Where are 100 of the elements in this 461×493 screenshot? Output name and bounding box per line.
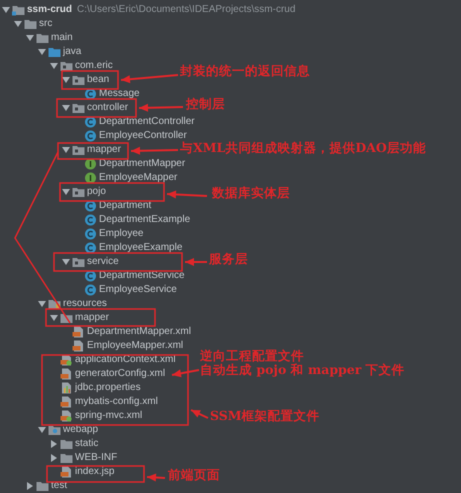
annotation-label: 服务层: [209, 252, 248, 266]
tree-item[interactable]: test: [51, 479, 68, 493]
tree-item[interactable]: mybatis-config.xml: [75, 395, 158, 409]
tree-item[interactable]: EmployeeMapper.xml: [87, 339, 184, 353]
folder-icon: [36, 480, 49, 492]
class-icon: [84, 228, 97, 240]
class-icon: [84, 242, 97, 254]
tree-item[interactable]: Message: [99, 87, 140, 101]
expand-caret-icon[interactable]: [50, 440, 58, 448]
module-folder-icon: [12, 4, 25, 16]
xml-file-icon: [60, 396, 73, 408]
xml-file-icon: [60, 368, 73, 380]
annotation-label: 控制层: [186, 97, 225, 111]
annotation-label: SSM框架配置文件: [210, 409, 320, 423]
spring-xml-file-icon: [60, 410, 73, 422]
package-folder-icon: [72, 74, 85, 86]
annotation-label: 自动生成 pojo 和 mapper 下文件: [200, 363, 405, 377]
annotation-label: 与XML共同组成映射器，提供DAO层功能: [180, 141, 426, 155]
expand-caret-icon[interactable]: [26, 482, 34, 490]
tree-item[interactable]: mapper: [75, 311, 109, 325]
tree-item[interactable]: EmployeeMapper: [99, 171, 178, 185]
tree-item[interactable]: controller: [87, 101, 128, 115]
tree-item[interactable]: EmployeeExample: [99, 241, 182, 255]
tree-item[interactable]: applicationContext.xml: [75, 353, 176, 367]
annotation-arrow: [172, 369, 200, 378]
tree-item[interactable]: webapp: [63, 423, 98, 437]
collapse-caret-icon[interactable]: [62, 258, 70, 266]
tree-item[interactable]: mapper: [87, 143, 121, 157]
tree-item[interactable]: resources: [63, 297, 107, 311]
tree-item[interactable]: spring-mvc.xml: [75, 409, 142, 423]
tree-item[interactable]: pojo: [87, 185, 106, 199]
annotation-arrow: [130, 146, 178, 155]
collapse-caret-icon[interactable]: [38, 300, 46, 308]
annotation-arrow: [166, 190, 208, 198]
collapse-caret-icon[interactable]: [38, 426, 46, 434]
tree-item[interactable]: Employee: [99, 227, 144, 241]
collapse-caret-icon[interactable]: [50, 314, 58, 322]
annotation-label: 数据库实体层: [212, 186, 290, 200]
tree-item[interactable]: EmployeeService: [99, 283, 177, 297]
tree-item[interactable]: DepartmentMapper: [99, 157, 186, 171]
folder-icon: [36, 32, 49, 44]
folder-icon: [60, 438, 73, 450]
tree-item[interactable]: src: [39, 17, 52, 31]
tree-item[interactable]: EmployeeController: [99, 129, 187, 143]
package-folder-icon: [72, 102, 85, 114]
class-icon: [84, 88, 97, 100]
expand-caret-icon[interactable]: [50, 454, 58, 462]
tree-item[interactable]: main: [51, 31, 73, 45]
interface-icon: [84, 172, 97, 184]
package-folder-icon: [60, 60, 73, 72]
tree-item[interactable]: WEB-INF: [75, 451, 118, 465]
class-icon: [84, 130, 97, 142]
class-icon: [84, 116, 97, 128]
annotation-label: 逆向工程配置文件: [200, 349, 305, 363]
collapse-caret-icon[interactable]: [38, 48, 46, 56]
collapse-caret-icon[interactable]: [62, 146, 70, 154]
package-folder-icon: [72, 186, 85, 198]
properties-file-icon: [60, 382, 73, 394]
tree-item[interactable]: DepartmentExample: [99, 213, 190, 227]
tree-item[interactable]: bean: [87, 73, 110, 87]
class-icon: [84, 270, 97, 282]
collapse-caret-icon[interactable]: [62, 104, 70, 112]
tree-item[interactable]: ssm-crud: [27, 3, 72, 17]
tree-item[interactable]: java: [63, 45, 82, 59]
collapse-caret-icon[interactable]: [2, 6, 10, 14]
tree-item[interactable]: service: [87, 255, 119, 269]
tree-item[interactable]: DepartmentService: [99, 269, 185, 283]
collapse-caret-icon[interactable]: [62, 188, 70, 196]
tree-item[interactable]: generatorConfig.xml: [75, 367, 166, 381]
annotation-arrow: [146, 474, 166, 482]
highlight-box: [61, 70, 119, 90]
package-folder-icon: [72, 144, 85, 156]
class-icon: [84, 284, 97, 296]
annotation-arrow: [190, 409, 208, 419]
web-folder-icon: [48, 424, 61, 436]
annotation-label: 前端页面: [168, 468, 220, 482]
collapse-caret-icon[interactable]: [62, 76, 70, 84]
annotation-arrow: [185, 258, 207, 266]
tree-item[interactable]: index.jsp: [75, 465, 114, 479]
tree-item[interactable]: DepartmentController: [99, 115, 195, 129]
class-icon: [84, 214, 97, 226]
package-folder-icon: [72, 256, 85, 268]
collapse-caret-icon[interactable]: [26, 34, 34, 42]
tree-item[interactable]: static: [75, 437, 98, 451]
tree-item[interactable]: Department: [99, 199, 152, 213]
project-path: C:\Users\Eric\Documents\IDEAProjects\ssm-crud: [77, 3, 296, 17]
annotation-label: 封装的统一的返回信息: [180, 64, 310, 78]
tree-item[interactable]: DepartmentMapper.xml: [87, 325, 191, 339]
tree-item[interactable]: com.eric: [75, 59, 113, 73]
annotation-arrow: [120, 74, 178, 84]
folder-icon: [24, 18, 37, 30]
annotation-arrow: [138, 104, 184, 112]
collapse-caret-icon[interactable]: [50, 62, 58, 70]
highlight-box: [57, 142, 129, 160]
tree-item[interactable]: jdbc.properties: [75, 381, 141, 395]
folder-icon: [60, 452, 73, 464]
collapse-caret-icon[interactable]: [14, 20, 22, 28]
class-icon: [84, 200, 97, 212]
xml-file-icon: [72, 326, 85, 338]
jsp-file-icon: [60, 466, 73, 478]
